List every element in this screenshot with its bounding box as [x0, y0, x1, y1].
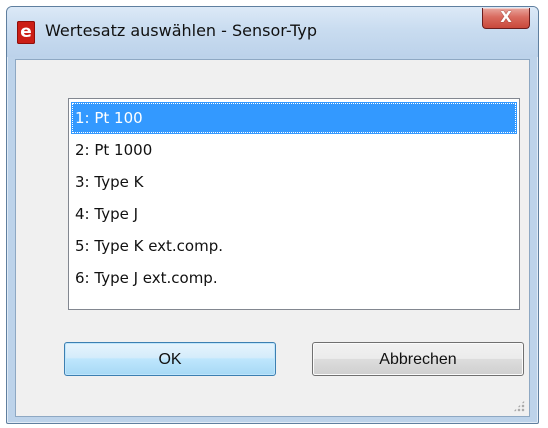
ok-button[interactable]: OK	[64, 342, 276, 376]
dialog-content: 1: Pt 100 2: Pt 1000 3: Type K 4: Type J…	[15, 59, 530, 417]
sensor-type-list[interactable]: 1: Pt 100 2: Pt 1000 3: Type K 4: Type J…	[68, 98, 520, 310]
list-item-type-j-ext-comp[interactable]: 6: Type J ext.comp.	[71, 262, 517, 294]
list-item-type-k[interactable]: 3: Type K	[71, 166, 517, 198]
close-button[interactable]: X	[482, 8, 530, 29]
dialog-window: e Wertesatz auswählen - Sensor-Typ X 1: …	[6, 6, 539, 424]
resize-grip-icon[interactable]	[513, 400, 525, 412]
app-logo-letter: e	[20, 22, 32, 42]
list-item-type-j[interactable]: 4: Type J	[71, 198, 517, 230]
app-logo-icon: e	[17, 21, 35, 44]
list-item-type-k-ext-comp[interactable]: 5: Type K ext.comp.	[71, 230, 517, 262]
list-item-pt1000[interactable]: 2: Pt 1000	[71, 134, 517, 166]
title-bar[interactable]: e Wertesatz auswählen - Sensor-Typ X	[7, 7, 538, 57]
close-icon: X	[500, 8, 512, 26]
list-item-pt100[interactable]: 1: Pt 100	[71, 102, 517, 134]
cancel-button[interactable]: Abbrechen	[312, 342, 524, 376]
window-title: Wertesatz auswählen - Sensor-Typ	[45, 21, 318, 40]
